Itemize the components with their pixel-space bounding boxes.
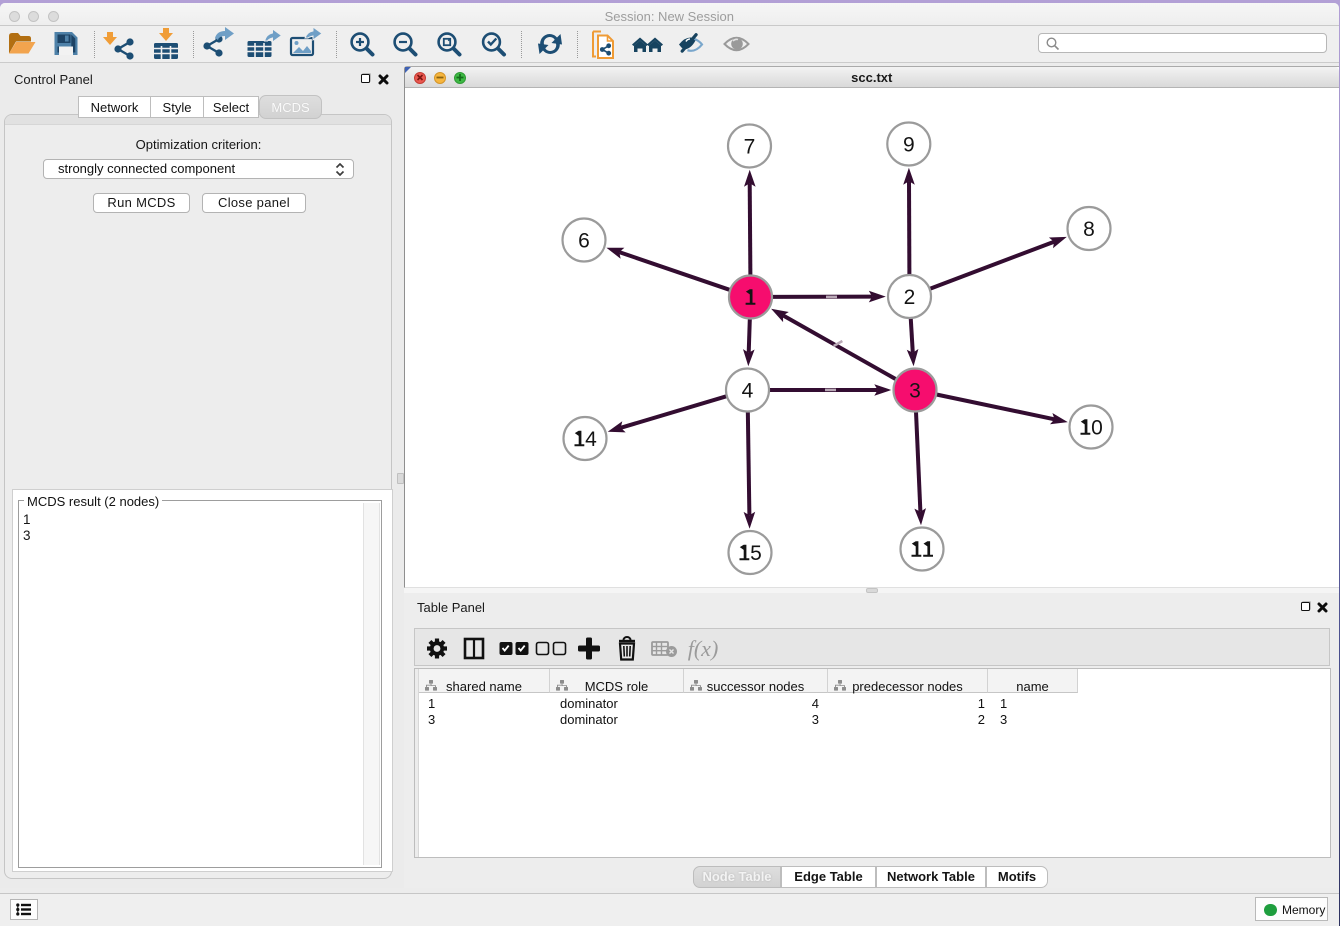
svg-text:2: 2 (904, 286, 916, 309)
svg-text:8: 8 (1083, 218, 1095, 241)
svg-text:3: 3 (909, 380, 921, 403)
svg-text:6: 6 (578, 230, 590, 253)
svg-text:f(x): f(x) (688, 636, 719, 661)
svg-text:4: 4 (742, 380, 754, 403)
svg-text:7: 7 (744, 136, 756, 159)
svg-text:9: 9 (903, 134, 915, 157)
svg-text:5: 5 (750, 542, 762, 565)
svg-text:4: 4 (585, 428, 597, 451)
svg-text:0: 0 (1091, 417, 1103, 440)
